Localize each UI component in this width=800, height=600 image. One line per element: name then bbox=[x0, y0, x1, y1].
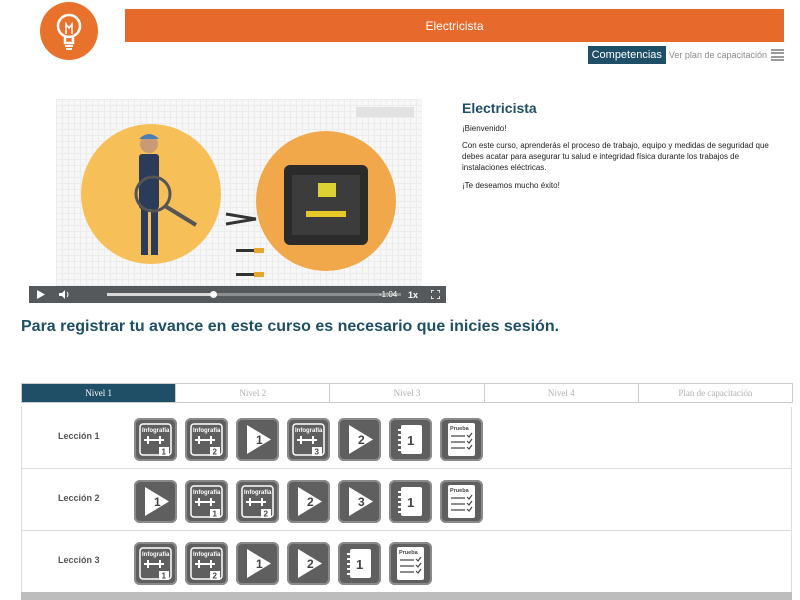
svg-text:Infografía: Infografía bbox=[244, 490, 272, 496]
speed-button[interactable]: 1x bbox=[408, 286, 418, 303]
svg-text:1: 1 bbox=[407, 495, 414, 510]
svg-text:1: 1 bbox=[162, 572, 167, 581]
video-activity-icon[interactable]: 2 bbox=[287, 480, 330, 523]
progress-handle[interactable] bbox=[209, 291, 217, 298]
svg-text:2: 2 bbox=[264, 510, 269, 519]
svg-text:Prueba: Prueba bbox=[450, 488, 470, 494]
tab-nivel-3[interactable]: Nivel 3 bbox=[330, 384, 485, 402]
lesson-row: Lección 3 Infografía 1 Infografía 2 1 2 1 Prueb… bbox=[22, 531, 791, 593]
bottom-bar bbox=[21, 592, 792, 600]
video-player[interactable] bbox=[56, 99, 422, 286]
svg-text:1: 1 bbox=[213, 510, 218, 519]
top-actions: Competencias Ver plan de capacitación bbox=[587, 46, 784, 64]
svg-text:1: 1 bbox=[256, 557, 263, 571]
prueba-activity-icon[interactable]: Prueba bbox=[440, 480, 483, 523]
lightbulb-icon[interactable] bbox=[40, 2, 98, 60]
svg-text:2: 2 bbox=[213, 572, 218, 581]
lesson-label: Lección 2 bbox=[58, 493, 100, 503]
course-description: Con este curso, aprenderás el proceso de… bbox=[462, 141, 769, 172]
svg-text:2: 2 bbox=[307, 495, 314, 509]
video-activity-icon[interactable]: 2 bbox=[287, 542, 330, 585]
fullscreen-icon[interactable] bbox=[431, 286, 440, 303]
lectura-activity-icon[interactable]: 1 bbox=[338, 542, 381, 585]
level-tabs: Nivel 1 Nivel 2 Nivel 3 Nivel 4 Plan de … bbox=[21, 383, 793, 403]
time-remaining: -1:04 bbox=[379, 290, 398, 299]
play-icon[interactable] bbox=[37, 286, 45, 303]
video-activity-icon[interactable]: 1 bbox=[236, 418, 279, 461]
lesson-row: Lección 1 Infografía 1 Infografía 2 1 Infogra… bbox=[22, 407, 791, 469]
plan-link[interactable]: Ver plan de capacitación bbox=[669, 50, 767, 60]
svg-text:1: 1 bbox=[407, 433, 414, 448]
svg-text:1: 1 bbox=[356, 557, 363, 572]
svg-text:Infografía: Infografía bbox=[142, 552, 170, 558]
infografia-activity-icon[interactable]: Infografía 2 bbox=[185, 418, 228, 461]
infografia-activity-icon[interactable]: Infografía 1 bbox=[185, 480, 228, 523]
lesson-label: Lección 1 bbox=[58, 431, 100, 441]
welcome-text: ¡Bienvenido! bbox=[462, 124, 507, 133]
course-wish: ¡Te deseamos mucho éxito! bbox=[462, 181, 560, 190]
tab-plan-capacitacion[interactable]: Plan de capacitación bbox=[639, 384, 792, 402]
svg-text:Infografía: Infografía bbox=[295, 428, 323, 434]
svg-text:Infografía: Infografía bbox=[193, 428, 221, 434]
lesson-label: Lección 3 bbox=[58, 555, 100, 565]
volume-icon[interactable] bbox=[59, 286, 70, 303]
svg-text:Prueba: Prueba bbox=[399, 550, 419, 556]
svg-text:Infografía: Infografía bbox=[142, 428, 170, 434]
tab-nivel-2[interactable]: Nivel 2 bbox=[176, 384, 331, 402]
lesson-activities: Infografía 1 Infografía 2 1 Infografía 3 2 1 Prue… bbox=[134, 418, 483, 461]
video-activity-icon[interactable]: 2 bbox=[338, 418, 381, 461]
video-activity-icon[interactable]: 3 bbox=[338, 480, 381, 523]
login-required-message: Para registrar tu avance en este curso e… bbox=[21, 318, 560, 335]
competencias-button[interactable]: Competencias bbox=[587, 46, 666, 64]
svg-text:1: 1 bbox=[162, 448, 167, 457]
svg-text:2: 2 bbox=[213, 448, 218, 457]
video-activity-icon[interactable]: 1 bbox=[236, 542, 279, 585]
video-controls: -1:04 1x bbox=[29, 286, 446, 303]
svg-text:Infografía: Infografía bbox=[193, 490, 221, 496]
svg-text:Prueba: Prueba bbox=[450, 426, 470, 432]
svg-text:3: 3 bbox=[315, 448, 320, 457]
lesson-activities: 1 Infografía 1 Infografía 2 2 3 1 Prueba bbox=[134, 480, 483, 523]
svg-text:1: 1 bbox=[256, 433, 263, 447]
infografia-activity-icon[interactable]: Infografía 2 bbox=[185, 542, 228, 585]
lesson-activities: Infografía 1 Infografía 2 1 2 1 Prueba bbox=[134, 542, 432, 585]
svg-text:3: 3 bbox=[358, 495, 365, 509]
lectura-activity-icon[interactable]: 1 bbox=[389, 418, 432, 461]
lectura-activity-icon[interactable]: 1 bbox=[389, 480, 432, 523]
tab-nivel-1[interactable]: Nivel 1 bbox=[22, 384, 177, 402]
video-progress-bar[interactable] bbox=[107, 291, 401, 298]
course-title: Electricista bbox=[462, 100, 537, 116]
prueba-activity-icon[interactable]: Prueba bbox=[389, 542, 432, 585]
menu-icon[interactable] bbox=[771, 48, 784, 62]
infografia-activity-icon[interactable]: Infografía 2 bbox=[236, 480, 279, 523]
infografia-activity-icon[interactable]: Infografía 3 bbox=[287, 418, 330, 461]
svg-text:Infografía: Infografía bbox=[193, 552, 221, 558]
course-title-bar: Electricista bbox=[125, 9, 784, 42]
video-activity-icon[interactable]: 1 bbox=[134, 480, 177, 523]
tab-nivel-4[interactable]: Nivel 4 bbox=[485, 384, 639, 402]
infografia-activity-icon[interactable]: Infografía 1 bbox=[134, 542, 177, 585]
svg-text:2: 2 bbox=[307, 557, 314, 571]
svg-text:1: 1 bbox=[154, 495, 161, 509]
svg-text:2: 2 bbox=[358, 433, 365, 447]
lessons-list: Lección 1 Infografía 1 Infografía 2 1 Infogra… bbox=[21, 407, 792, 594]
lesson-row: Lección 2 1 Infografía 1 Infografía 2 2 3 1 Prue… bbox=[22, 469, 791, 531]
prueba-activity-icon[interactable]: Prueba bbox=[440, 418, 483, 461]
infografia-activity-icon[interactable]: Infografía 1 bbox=[134, 418, 177, 461]
